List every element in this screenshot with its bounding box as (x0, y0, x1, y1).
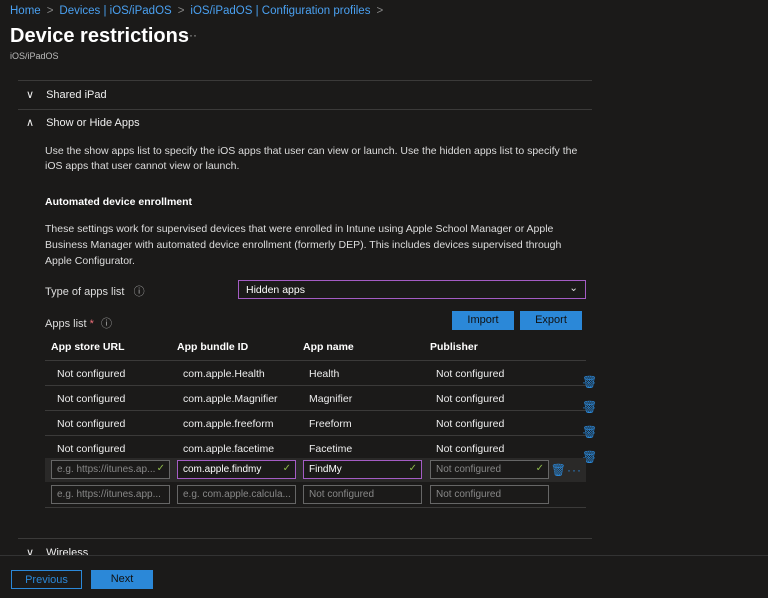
description: Use the show apps list to specify the iO… (45, 145, 578, 172)
export-button[interactable]: Export (520, 311, 582, 330)
divider (18, 109, 592, 110)
publisher-input[interactable]: Not configured ✓ (430, 460, 549, 479)
divider (18, 538, 592, 539)
trash-icon: 🗑 (550, 463, 567, 477)
breadcrumb: Home > Devices | iOS/iPadOS > iOS/iPadOS |… (10, 5, 384, 17)
section-label: Shared iPad (46, 88, 107, 101)
column-header: App store URL (51, 341, 125, 353)
app-name-input[interactable]: FindMy ✓ (303, 460, 422, 479)
table-cell: com.apple.facetime (183, 443, 275, 455)
next-button[interactable]: Next (91, 570, 153, 589)
table-cell: Health (309, 368, 340, 380)
table-cell: com.apple.Magnifier (183, 393, 278, 405)
type-of-apps-dropdown[interactable]: Hidden apps ⌄ (238, 280, 586, 299)
bundle-id-input[interactable]: com.apple.findmy ✓ (177, 460, 296, 479)
previous-button[interactable]: Previous (11, 570, 82, 589)
edit-row: e.g. https://itunes.ap... ✓ com.apple.fin… (45, 458, 586, 482)
table-cell: Not configured (436, 418, 505, 430)
column-header: App name (303, 341, 354, 353)
publisher-input[interactable]: Not configured (430, 485, 549, 504)
table-cell: com.apple.freeform (183, 418, 274, 430)
table-cell: Not configured (57, 418, 126, 430)
table-cell: Not configured (57, 393, 126, 405)
import-button[interactable]: Import (452, 311, 514, 330)
info-icon: ⓘ (133, 286, 145, 298)
page-title: Device restrictions (10, 25, 189, 47)
new-row: e.g. https://itunes.app... e.g. com.appl… (45, 484, 586, 508)
table-cell: Magnifier (309, 393, 353, 405)
breadcrumb-profiles[interactable]: iOS/iPadOS | Configuration profiles (190, 5, 370, 17)
bundle-id-input[interactable]: e.g. com.apple.calcula... (177, 485, 296, 504)
table-row: Not configured com.apple.Health Health Not … (45, 361, 597, 389)
more-icon[interactable]: ··· (185, 28, 197, 42)
chevron-down-icon: ∨ (26, 89, 35, 101)
table-row: Not configured com.apple.freeform Freeform… (45, 411, 597, 439)
table-cell: Facetime (309, 443, 353, 455)
more-icon: ··· (567, 463, 582, 477)
ade-heading: Automated device enrollment (45, 196, 193, 208)
dropdown-value: Hidden apps (246, 284, 305, 296)
apps-list-label: Apps list * ⓘ (45, 318, 112, 330)
type-label: Type of apps list ⓘ (45, 286, 145, 298)
app-store-url-input[interactable]: e.g. https://itunes.app... (51, 485, 170, 504)
column-header: Publisher (430, 341, 478, 353)
info-icon: ⓘ (100, 318, 112, 330)
divider (18, 80, 592, 81)
section-shared-ipad[interactable]: ∨ Shared iPad (26, 88, 107, 102)
table-cell: Not configured (57, 368, 126, 380)
table-cell: Not configured (436, 393, 505, 405)
app-store-url-input[interactable]: e.g. https://itunes.ap... ✓ (51, 460, 170, 479)
section-show-hide-apps[interactable]: ∧ Show or Hide Apps (26, 116, 140, 130)
column-header: App bundle ID (177, 341, 249, 353)
table-cell: Not configured (436, 368, 505, 380)
chevron-up-icon: ∧ (26, 117, 35, 129)
table-cell: com.apple.Health (183, 368, 265, 380)
app-name-input[interactable]: Not configured (303, 485, 422, 504)
footer: Previous Next (0, 555, 768, 598)
section-label: Show or Hide Apps (46, 116, 140, 129)
table-cell: Not configured (57, 443, 126, 455)
chevron-down-icon: ⌄ (569, 282, 578, 294)
table-row: Not configured com.apple.Magnifier Magnifi… (45, 386, 597, 414)
breadcrumb-devices[interactable]: Devices | iOS/iPadOS (59, 5, 171, 17)
ade-text: These settings work for supervised devic… (45, 223, 562, 267)
page-subtitle: iOS/iPadOS (10, 51, 59, 61)
table-cell: Not configured (436, 443, 505, 455)
table-cell: Freeform (309, 418, 352, 430)
row-actions[interactable]: 🗑··· (551, 463, 582, 477)
breadcrumb-home[interactable]: Home (10, 5, 41, 17)
